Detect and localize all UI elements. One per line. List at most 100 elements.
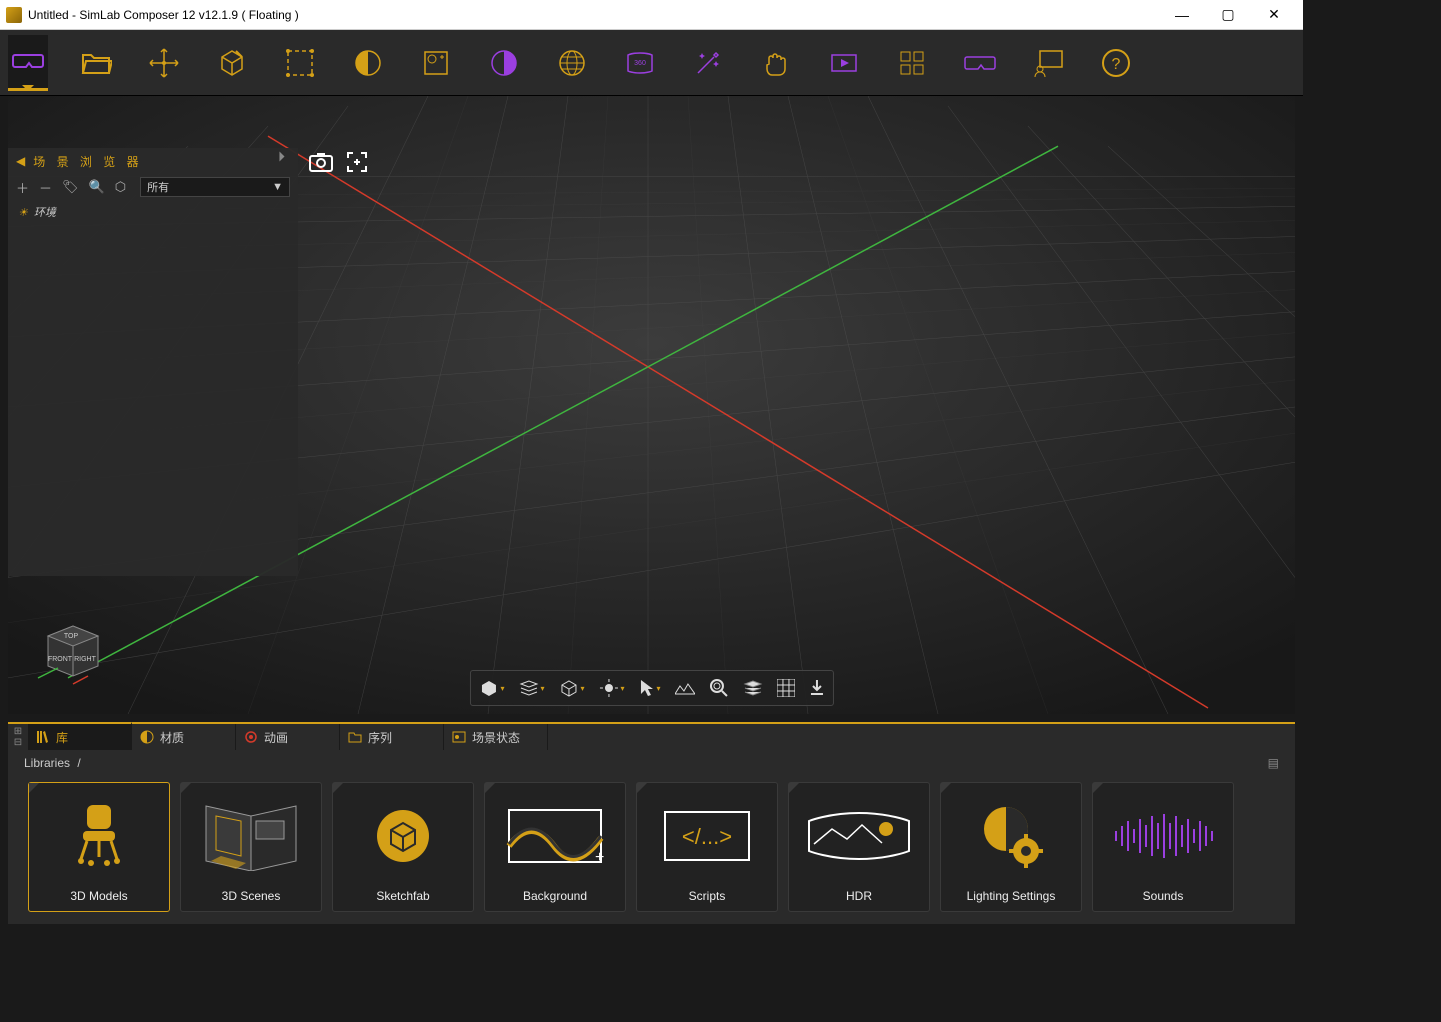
dock-side-toggle[interactable]: ⊞⊟ bbox=[8, 724, 28, 750]
material-tool-button[interactable] bbox=[348, 35, 388, 91]
tab-label: 库 bbox=[56, 729, 68, 746]
tab-label: 动画 bbox=[264, 729, 288, 746]
main-toolbar: 360 ? bbox=[0, 30, 1303, 96]
svg-text:360: 360 bbox=[634, 60, 646, 67]
minimize-button[interactable]: — bbox=[1159, 0, 1205, 30]
lib-card-label: Lighting Settings bbox=[967, 889, 1056, 903]
render-tool-button[interactable] bbox=[416, 35, 456, 91]
sketchfab-icon bbox=[333, 783, 473, 889]
scene-filter-select[interactable]: 所有 ▼ bbox=[140, 177, 290, 197]
stack-button[interactable] bbox=[743, 680, 763, 696]
add-node-button[interactable]: ＋ bbox=[16, 178, 29, 197]
scene-toolbar: ＋ － 🏷 🔍 ⬡ 所有 ▼ bbox=[8, 174, 298, 200]
scene-browser-panel: ◀ 场 景 浏 览 器 ＋ － 🏷 🔍 ⬡ 所有 ▼ ☀ 环境 bbox=[8, 148, 298, 576]
search-button[interactable]: 🔍 bbox=[89, 179, 105, 195]
pano-tool-button[interactable]: 360 bbox=[620, 35, 660, 91]
scene-item-environment[interactable]: ☀ 环境 bbox=[8, 200, 298, 224]
tab-animation[interactable]: 动画 bbox=[236, 724, 340, 750]
sphere-half-icon bbox=[352, 47, 384, 79]
hand-tool-button[interactable] bbox=[756, 35, 796, 91]
view-mode-button[interactable]: ▤ bbox=[1268, 756, 1279, 770]
open-file-button[interactable] bbox=[76, 35, 116, 91]
box-mode-button[interactable]: ▾ bbox=[558, 678, 584, 698]
download-button[interactable] bbox=[809, 679, 825, 697]
help-button[interactable]: ? bbox=[1096, 35, 1136, 91]
hand-point-icon bbox=[760, 47, 792, 79]
grid-icon bbox=[896, 47, 928, 79]
slideshow-button[interactable] bbox=[824, 35, 864, 91]
breadcrumb-root[interactable]: Libraries bbox=[24, 756, 70, 770]
vr-goggles-outline-icon bbox=[964, 47, 996, 79]
svg-text:RIGHT: RIGHT bbox=[74, 656, 97, 663]
grid-view-button[interactable] bbox=[892, 35, 932, 91]
scene-panel-header[interactable]: ◀ 场 景 浏 览 器 bbox=[8, 148, 298, 174]
user-screen-button[interactable] bbox=[1028, 35, 1068, 91]
lib-card-lighting[interactable]: Lighting Settings bbox=[940, 782, 1082, 912]
close-button[interactable]: ✕ bbox=[1251, 0, 1297, 30]
wand-tool-button[interactable] bbox=[688, 35, 728, 91]
code-icon: </...> bbox=[637, 783, 777, 889]
books-icon bbox=[36, 730, 50, 744]
maximize-button[interactable]: ▢ bbox=[1205, 0, 1251, 30]
zoom-button[interactable] bbox=[709, 678, 729, 698]
tab-library[interactable]: 库 bbox=[28, 722, 132, 750]
select-tool-button[interactable] bbox=[280, 35, 320, 91]
tag-button[interactable]: 🏷 bbox=[62, 179, 79, 195]
move-arrows-icon bbox=[148, 47, 180, 79]
lib-card-label: HDR bbox=[846, 889, 872, 903]
library-grid: 3D Models 3D Scenes Sketchfab + Backgrou… bbox=[8, 776, 1295, 918]
shape-mode-button[interactable]: ▾ bbox=[478, 678, 504, 698]
sun-icon: ☀ bbox=[18, 206, 28, 219]
snapshot-button[interactable] bbox=[308, 149, 334, 175]
viewport-3d[interactable]: ◀ 场 景 浏 览 器 ＋ － 🏷 🔍 ⬡ 所有 ▼ ☀ 环境 ⏵ bbox=[8, 96, 1295, 714]
light-mode-button[interactable]: ▾ bbox=[599, 678, 625, 698]
lib-card-sketchfab[interactable]: Sketchfab bbox=[332, 782, 474, 912]
lib-card-scripts[interactable]: </...> Scripts bbox=[636, 782, 778, 912]
view-cube[interactable]: TOP FRONT RIGHT bbox=[28, 606, 108, 686]
collapse-left-icon[interactable]: ◀ bbox=[16, 154, 29, 168]
dock-tabstrip: ⊞⊟ 库 材质 动画 序列 场景状态 bbox=[8, 724, 1295, 750]
window-titlebar: Untitled - SimLab Composer 12 v12.1.9 ( … bbox=[0, 0, 1303, 30]
scene-item-label: 环境 bbox=[34, 204, 56, 220]
tab-scene-state[interactable]: 场景状态 bbox=[444, 724, 548, 750]
scene-filter-value: 所有 bbox=[147, 179, 169, 195]
edit-tool-button[interactable] bbox=[212, 35, 252, 91]
scene-panel-expand-button[interactable]: ⏵ bbox=[278, 148, 285, 165]
lib-card-label: Background bbox=[523, 889, 587, 903]
link-button[interactable]: ⬡ bbox=[115, 179, 126, 195]
web-tool-button[interactable] bbox=[552, 35, 592, 91]
lib-card-background[interactable]: + Background bbox=[484, 782, 626, 912]
svg-text:</...>: </...> bbox=[682, 824, 732, 849]
cursor-button[interactable]: ▾ bbox=[639, 678, 661, 698]
globe-icon bbox=[556, 47, 588, 79]
vr-preview-button[interactable] bbox=[960, 35, 1000, 91]
grid-toggle-button[interactable] bbox=[777, 679, 795, 697]
vr-mode-button[interactable] bbox=[8, 35, 48, 91]
tab-label: 序列 bbox=[368, 729, 392, 746]
library-breadcrumb: Libraries / ▤ bbox=[8, 750, 1295, 776]
move-tool-button[interactable] bbox=[144, 35, 184, 91]
lib-card-hdr[interactable]: HDR bbox=[788, 782, 930, 912]
lib-card-3d-scenes[interactable]: 3D Scenes bbox=[180, 782, 322, 912]
camera-icon bbox=[309, 152, 333, 172]
remove-node-button[interactable]: － bbox=[39, 178, 52, 197]
lib-card-sounds[interactable]: Sounds bbox=[1092, 782, 1234, 912]
viewport-toolbar: ▾ ▾ ▾ ▾ ▾ bbox=[469, 670, 833, 706]
tab-material[interactable]: 材质 bbox=[132, 724, 236, 750]
contrast-tool-button[interactable] bbox=[484, 35, 524, 91]
lib-card-3d-models[interactable]: 3D Models bbox=[28, 782, 170, 912]
tab-sequence[interactable]: 序列 bbox=[340, 724, 444, 750]
focus-brackets-icon bbox=[346, 151, 368, 173]
chevron-down-icon: ▼ bbox=[272, 181, 283, 193]
folder-icon bbox=[348, 730, 362, 744]
contrast-icon bbox=[488, 47, 520, 79]
pano-360-icon: 360 bbox=[624, 47, 656, 79]
landscape-icon: + bbox=[485, 783, 625, 889]
lib-card-label: Sketchfab bbox=[376, 889, 429, 903]
tab-label: 材质 bbox=[160, 729, 184, 746]
chair-icon bbox=[29, 783, 169, 889]
fullscreen-button[interactable] bbox=[344, 149, 370, 175]
layers-button[interactable]: ▾ bbox=[518, 678, 544, 698]
terrain-button[interactable] bbox=[675, 680, 695, 696]
lib-card-label: Sounds bbox=[1143, 889, 1184, 903]
